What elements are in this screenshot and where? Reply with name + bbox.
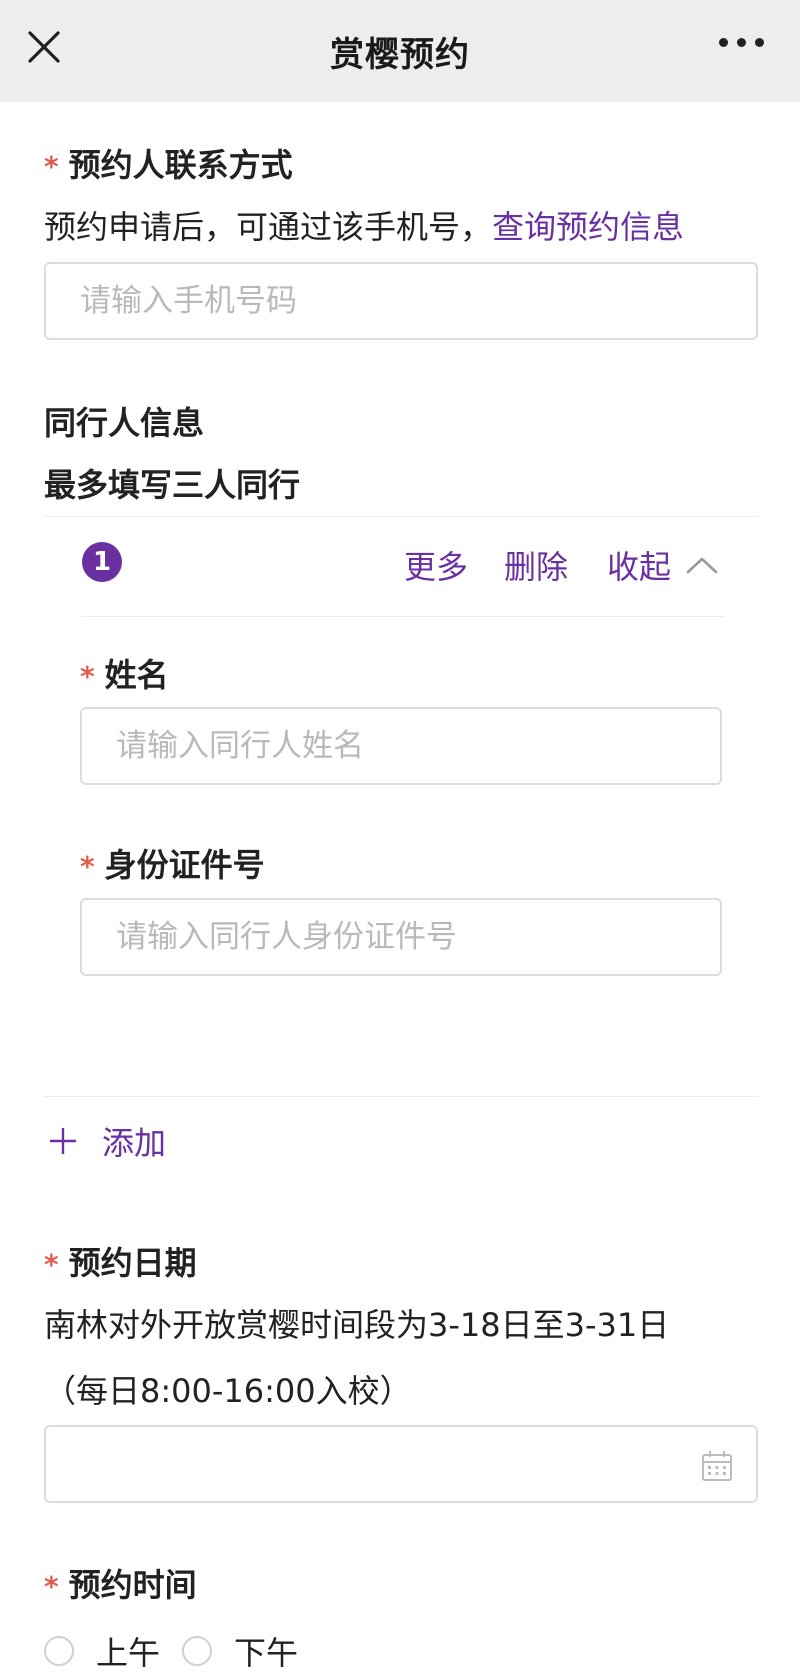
divider	[82, 616, 724, 617]
page-title: 赏樱预约	[330, 34, 470, 75]
radio-afternoon[interactable]	[182, 1636, 213, 1666]
date-picker[interactable]	[44, 1425, 758, 1503]
collapse-button[interactable]: 收起	[607, 542, 719, 588]
radio-morning[interactable]	[44, 1636, 74, 1666]
time-option-afternoon[interactable]: 下午	[182, 1628, 298, 1674]
plus-icon	[50, 1128, 76, 1154]
name-input-box	[80, 707, 722, 785]
add-companion-button[interactable]: 添加	[46, 1118, 166, 1164]
top-bar: 赏樱预约	[0, 0, 800, 102]
companion-id-input[interactable]	[116, 919, 720, 955]
name-label: 姓名	[104, 656, 169, 694]
required-mark: *	[80, 850, 95, 883]
date-desc-line1: 南林对外开放赏樱时间段为3-18日至3-31日	[44, 1306, 670, 1344]
divider	[44, 516, 758, 517]
phone-input[interactable]	[80, 283, 756, 319]
contact-label: 预约人联系方式	[68, 146, 293, 184]
time-option-morning-label: 上午	[96, 1634, 161, 1672]
contact-label-row: * 预约人联系方式	[44, 140, 293, 186]
id-input-box	[80, 898, 722, 976]
id-label: 身份证件号	[104, 846, 265, 884]
contact-desc: 预约申请后，可通过该手机号，查询预约信息	[44, 202, 684, 248]
required-mark: *	[44, 150, 59, 183]
time-option-afternoon-label: 下午	[234, 1634, 299, 1672]
page: 赏樱预约 * 预约人联系方式 预约申请后，可通过该手机号，查询预约信息 同行人信息…	[0, 0, 800, 1680]
time-options: 上午 下午	[44, 1628, 298, 1674]
add-label: 添加	[102, 1124, 167, 1162]
close-icon[interactable]	[24, 27, 64, 67]
date-label: 预约日期	[68, 1244, 197, 1282]
time-option-morning[interactable]: 上午	[44, 1628, 160, 1674]
date-desc-line2: （每日8:00-16:00入校）	[44, 1372, 412, 1410]
required-mark: *	[44, 1570, 59, 1603]
companion-name-input[interactable]	[116, 728, 720, 764]
collapse-label: 收起	[607, 548, 672, 586]
companion-section-title: 同行人信息	[44, 404, 205, 442]
name-label-row: * 姓名	[80, 650, 169, 696]
delete-button[interactable]: 删除	[504, 542, 568, 588]
phone-input-box	[44, 262, 758, 340]
divider	[44, 1096, 758, 1097]
time-label: 预约时间	[68, 1566, 197, 1604]
query-reservation-link[interactable]: 查询预约信息	[492, 208, 684, 246]
date-label-row: * 预约日期	[44, 1238, 197, 1284]
companion-section-subtitle: 最多填写三人同行	[44, 466, 301, 504]
companion-index-badge: 1	[82, 542, 122, 582]
required-mark: *	[44, 1248, 59, 1281]
required-mark: *	[80, 660, 95, 693]
more-icon[interactable]	[719, 38, 764, 47]
more-button[interactable]: 更多	[404, 542, 468, 588]
calendar-icon	[702, 1451, 732, 1481]
contact-desc-text: 预约申请后，可通过该手机号，	[44, 208, 493, 246]
id-label-row: * 身份证件号	[80, 840, 265, 886]
time-label-row: * 预约时间	[44, 1560, 197, 1606]
chevron-up-icon	[686, 557, 718, 574]
